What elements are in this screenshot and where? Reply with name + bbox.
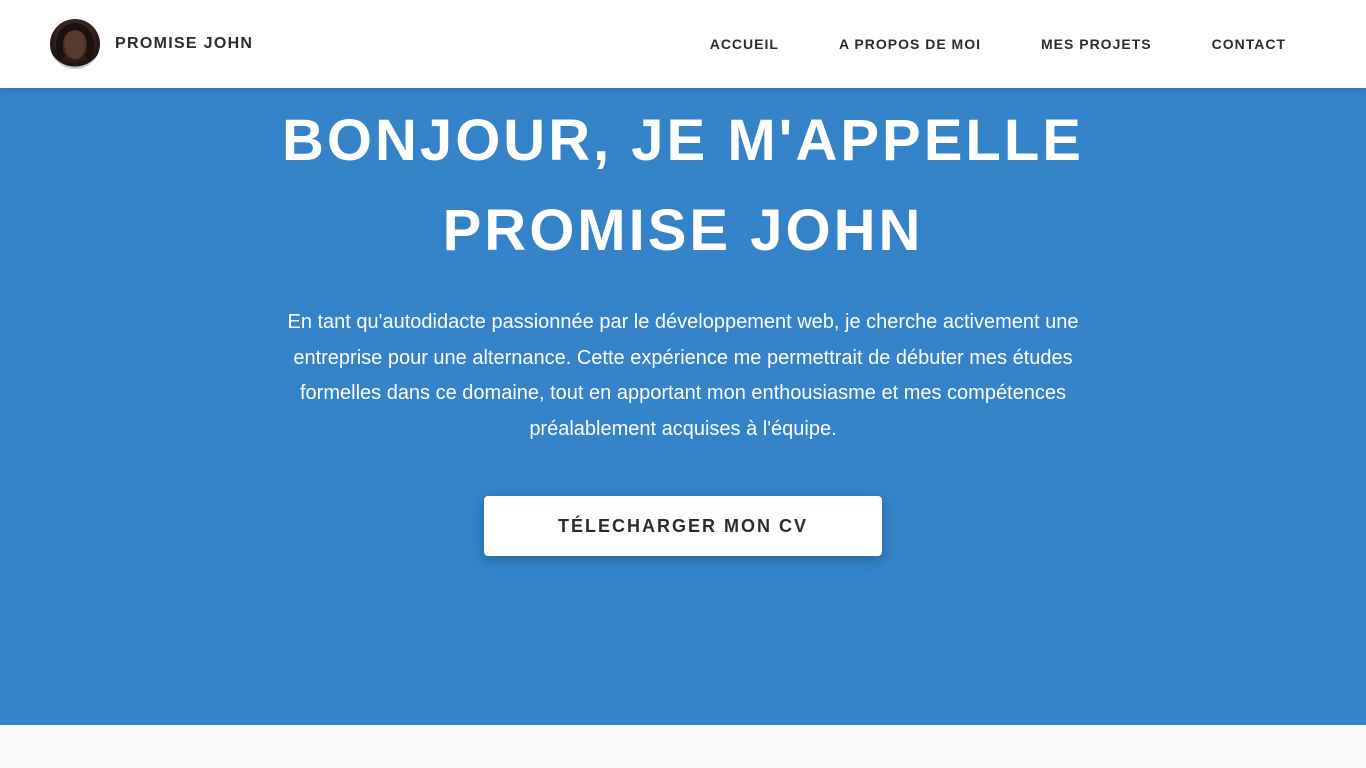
main-nav: ACCUEIL A PROPOS DE MOI MES PROJETS CONT… <box>650 0 1286 88</box>
avatar-face <box>65 33 85 59</box>
download-cv-button[interactable]: TÉLECHARGER MON CV <box>484 496 882 556</box>
brand[interactable]: PROMISE JOHN <box>50 19 253 69</box>
hero-intro-text: En tant qu'autodidacte passionnée par le… <box>287 311 1079 440</box>
nav-item-accueil[interactable]: ACCUEIL <box>710 36 779 52</box>
nav-item-a-propos[interactable]: A PROPOS DE MOI <box>839 36 981 52</box>
hero-title-line-2: PROMISE JOHN <box>442 198 924 263</box>
nav-item-contact[interactable]: CONTACT <box>1212 36 1286 52</box>
hero-title-line-1: BONJOUR, JE M'APPELLE <box>282 108 1084 173</box>
hero-title: BONJOUR, JE M'APPELLE PROMISE JOHN <box>183 96 1183 276</box>
brand-name[interactable]: PROMISE JOHN <box>115 35 253 53</box>
nav-item-mes-projets[interactable]: MES PROJETS <box>1041 36 1152 52</box>
avatar <box>50 19 100 69</box>
next-section <box>0 725 1366 768</box>
site-header: PROMISE JOHN ACCUEIL A PROPOS DE MOI MES… <box>0 0 1366 88</box>
hero-section: BONJOUR, JE M'APPELLE PROMISE JOHN En ta… <box>0 88 1366 725</box>
